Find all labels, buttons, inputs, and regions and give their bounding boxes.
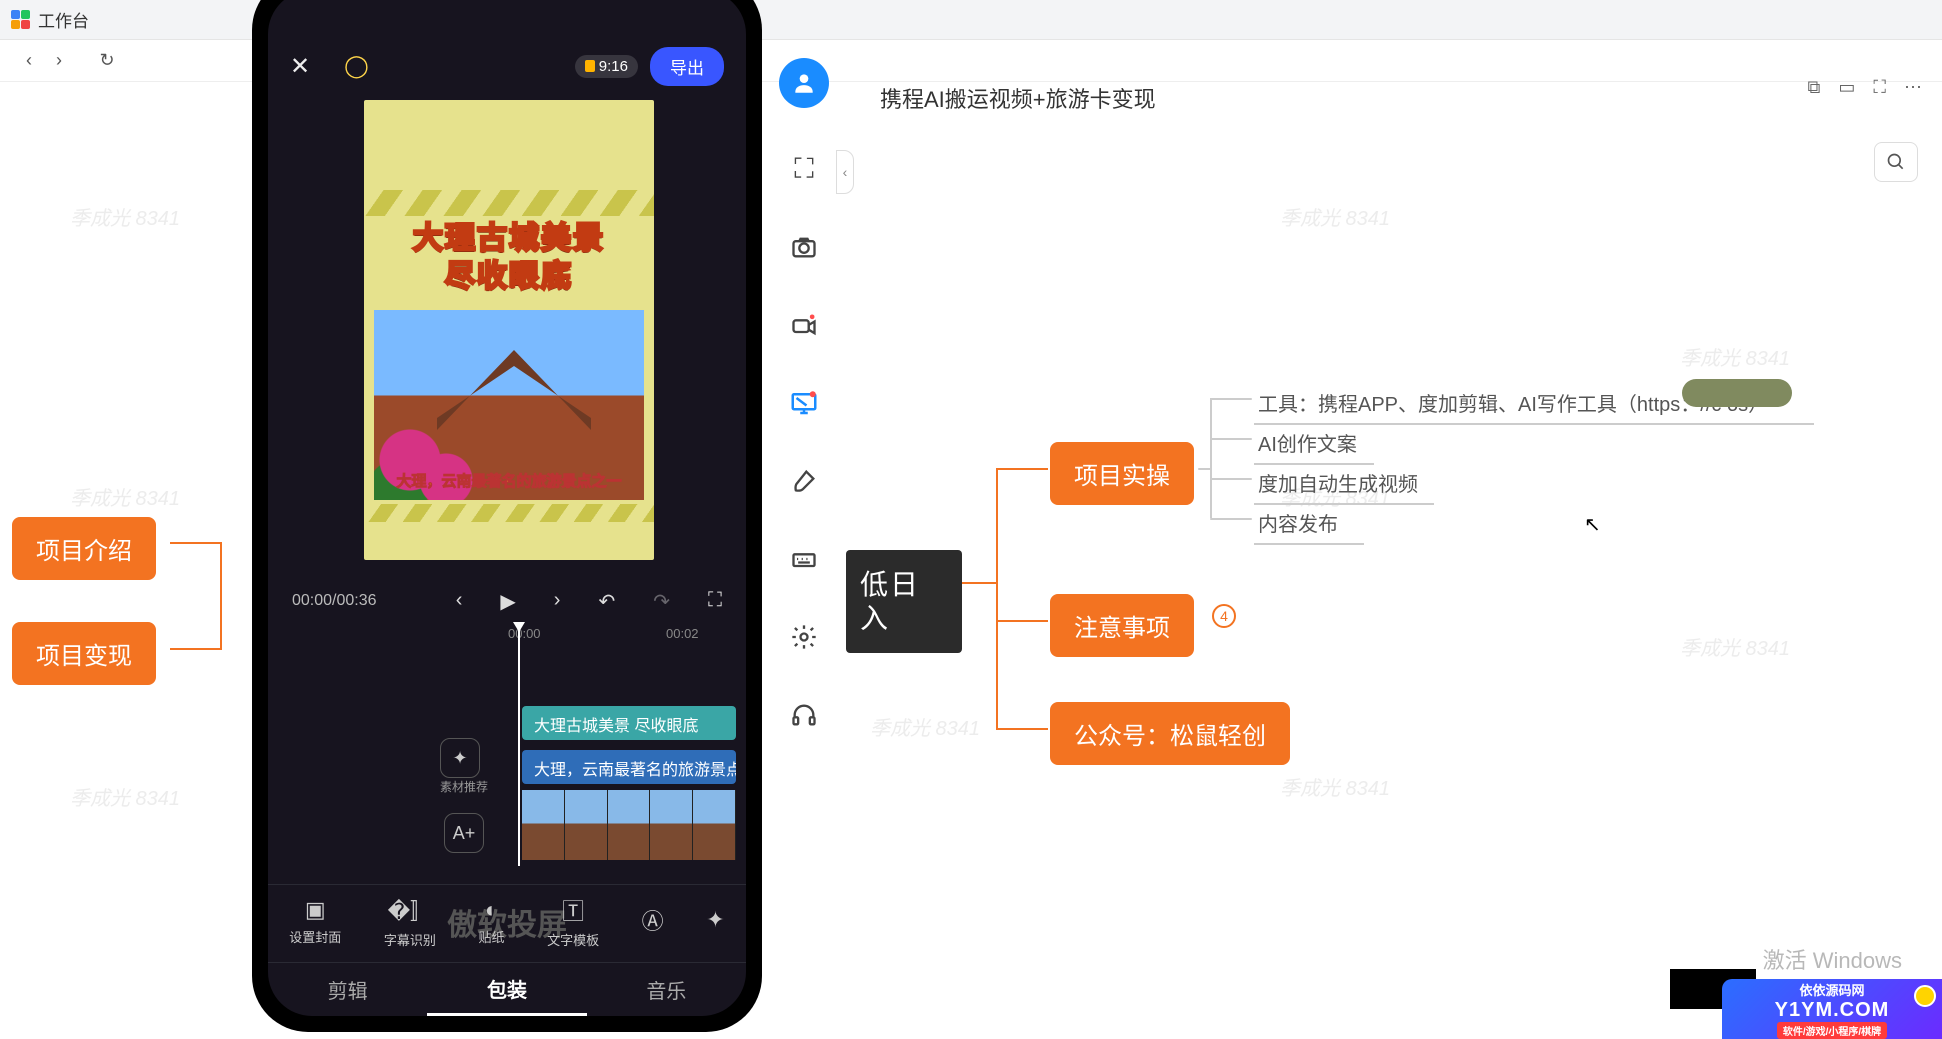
tool-6[interactable]: ✦ — [706, 907, 724, 937]
tool-5[interactable]: Ⓐ — [642, 904, 664, 940]
tool-text-template[interactable]: 🅃文字模板 — [547, 894, 599, 949]
nav-forward-button[interactable]: › — [44, 46, 74, 76]
window-tool-icons: ⧉ ▭ ⛶ ⋯ — [1808, 77, 1922, 98]
preview-headline: 大理古城美景 尽收眼底 — [364, 220, 654, 295]
mm-node-account[interactable]: 公众号：松鼠轻创 — [1050, 702, 1290, 765]
camera-icon[interactable] — [787, 230, 821, 264]
expand-icon[interactable]: ⛶ — [787, 152, 821, 186]
playhead[interactable] — [518, 626, 520, 866]
export-button[interactable]: 导出 — [650, 47, 724, 86]
search-icon — [1886, 152, 1906, 172]
monitor-icon[interactable] — [787, 386, 821, 420]
editor-topbar: ✕ ◯ 9:16 导出 — [268, 42, 746, 90]
undo-button[interactable]: ↶ — [598, 589, 615, 614]
maximize-icon[interactable]: ⛶ — [1873, 77, 1886, 98]
mm-node-monetize[interactable]: 项目变现 — [12, 622, 156, 685]
watermark: 季成光 8341 — [1280, 202, 1390, 231]
mm-node-intro[interactable]: 项目介绍 — [12, 517, 156, 580]
mm-badge-count: 4 — [1212, 604, 1236, 628]
gear-icon[interactable] — [787, 620, 821, 654]
mouse-cursor-icon: ↖ — [1584, 512, 1601, 537]
preview-caption: 大理，云南最著名的旅游景点之一 — [364, 470, 654, 491]
material-recommend-button[interactable]: ✦ — [440, 738, 480, 778]
loading-spinner-icon: ◯ — [344, 53, 369, 79]
watermark: 季成光 8341 — [1680, 342, 1790, 371]
video-track-thumbs[interactable] — [522, 790, 736, 860]
fullscreen-button[interactable]: ⛶ — [708, 589, 722, 614]
nav-back-button[interactable]: ‹ — [14, 46, 44, 76]
user-avatar-icon[interactable] — [779, 58, 829, 108]
tool-sticker[interactable]: ◐贴纸 — [478, 897, 504, 946]
tool-subtitle[interactable]: �〛字幕识别 — [384, 894, 436, 949]
ruler-tick: 00:02 — [666, 626, 699, 641]
tab-edit[interactable]: 剪辑 — [268, 963, 427, 1016]
watermark: 季成光 8341 — [1680, 632, 1790, 661]
site-logo-badge: 依依源码网 Y1YM.COM 软件/游戏/小程序/棋牌 — [1722, 979, 1942, 1039]
play-button[interactable]: ▶ — [500, 589, 515, 614]
timeline-ruler[interactable]: 00:00 00:02 — [268, 626, 746, 652]
redo-button[interactable]: ↷ — [653, 589, 670, 614]
phone-screen: ✕ ◯ 9:16 导出 大理古城美景 尽收眼底 大理，云南最著名的旅游景点之一 … — [268, 0, 746, 1016]
editor-bottom-tabs: 剪辑 包装 音乐 — [268, 962, 746, 1016]
watermark: 季成光 8341 — [1280, 772, 1390, 801]
close-icon[interactable]: ✕ — [290, 52, 310, 81]
prev-frame-button[interactable]: ‹ — [456, 589, 463, 614]
mm-sub-ai-copy[interactable]: AI创作文案 — [1254, 422, 1374, 465]
phone-mockup: ✕ ◯ 9:16 导出 大理古城美景 尽收眼底 大理，云南最著名的旅游景点之一 … — [252, 0, 762, 1032]
popout-icon[interactable]: ⧉ — [1808, 77, 1821, 98]
tool-cover[interactable]: ▣设置封面 — [289, 897, 341, 946]
watermark: 季成光 8341 — [70, 782, 180, 811]
mm-node-practice[interactable]: 项目实操 — [1050, 442, 1194, 505]
mm-node-notes[interactable]: 注意事项 — [1050, 594, 1194, 657]
mm-sub-auto-video[interactable]: 度加自动生成视频 — [1254, 462, 1434, 505]
mm-sub-publish[interactable]: 内容发布 — [1254, 502, 1364, 545]
mm-root[interactable]: 低日入 — [846, 550, 962, 653]
tab-workspace[interactable]: 工作台 — [38, 7, 89, 32]
timeline-side-tools: ✦ 素材推荐 A+ — [440, 738, 488, 853]
more-icon[interactable]: ⋯ — [1904, 77, 1922, 98]
app-logo-icon — [10, 10, 30, 30]
window-icon[interactable]: ▭ — [1838, 77, 1855, 98]
watermark: 季成光 8341 — [70, 202, 180, 231]
playback-controls: 00:00/00:36 ‹ ▶ › ↶ ↷ ⛶ — [268, 576, 746, 626]
text-track-1[interactable]: 大理古城美景 尽收眼底 — [522, 706, 736, 740]
tab-music[interactable]: 音乐 — [587, 963, 746, 1016]
time-display: 00:00/00:36 — [292, 592, 377, 610]
aplus-button[interactable]: A+ — [444, 813, 484, 853]
brush-icon[interactable] — [787, 464, 821, 498]
search-button[interactable] — [1874, 142, 1918, 182]
editor-toolbar: ▣设置封面 �〛字幕识别 ◐贴纸 🅃文字模板 Ⓐ ✦ — [268, 884, 746, 958]
material-recommend-label: 素材推荐 — [440, 778, 488, 795]
watermark: 季成光 8341 — [70, 482, 180, 511]
tab-package[interactable]: 包装 — [427, 963, 586, 1016]
watermark: 季成光 8341 — [870, 712, 980, 741]
ruler-tick: 00:00 — [508, 626, 541, 641]
nav-reload-button[interactable]: ↻ — [92, 46, 122, 76]
video-camera-icon[interactable] — [787, 308, 821, 342]
aspect-badge: 9:16 — [575, 55, 638, 78]
sidebar-collapse-handle[interactable]: ‹ — [836, 150, 854, 194]
page-title: 携程AI搬运视频+旅游卡变现 — [880, 82, 1156, 114]
redacted-url — [1682, 379, 1792, 407]
video-preview[interactable]: 大理古城美景 尽收眼底 大理，云南最著名的旅游景点之一 — [364, 100, 654, 560]
text-track-2[interactable]: 大理，云南最著名的旅游景点之 — [522, 750, 736, 784]
next-frame-button[interactable]: › — [554, 589, 561, 614]
keyboard-icon[interactable] — [787, 542, 821, 576]
headset-icon[interactable] — [787, 698, 821, 732]
right-sidebar: ⛶ — [772, 58, 836, 732]
